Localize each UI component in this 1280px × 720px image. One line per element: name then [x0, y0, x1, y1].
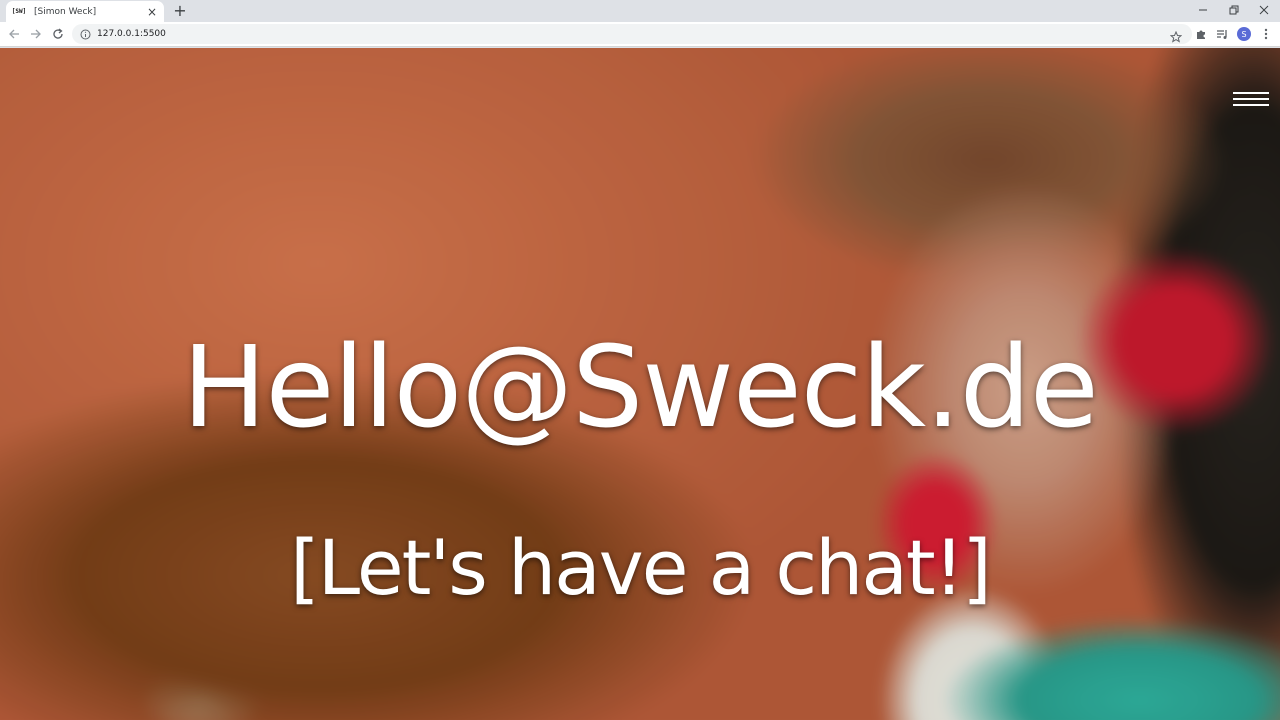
- forward-button[interactable]: [28, 26, 44, 42]
- puzzle-icon: [1197, 30, 1205, 39]
- restore-icon: [1229, 5, 1239, 15]
- kebab-menu-icon: [1264, 28, 1268, 40]
- forward-arrow-icon: [31, 29, 41, 39]
- back-arrow-icon: [9, 29, 19, 39]
- profile-button[interactable]: S: [1237, 27, 1251, 41]
- tab-strip: [SW] [Simon Weck] × +: [0, 0, 1280, 22]
- close-icon: [1259, 5, 1269, 15]
- new-tab-button[interactable]: +: [171, 2, 189, 20]
- reload-icon: [53, 28, 63, 39]
- address-bar[interactable]: 127.0.0.1:5500: [72, 24, 1192, 44]
- browser-toolbar: 127.0.0.1:5500 S: [0, 22, 1280, 47]
- avatar: S: [1237, 27, 1251, 41]
- media-queue-button[interactable]: [1215, 27, 1229, 41]
- info-icon[interactable]: [79, 28, 91, 40]
- browser-tab[interactable]: [SW] [Simon Weck] ×: [6, 1, 164, 22]
- page-viewport: Hello@Sweck.de [Let's have a chat!]: [0, 48, 1280, 720]
- minimize-icon: [1199, 9, 1207, 11]
- tab-title: [Simon Weck]: [34, 6, 97, 17]
- site-favicon: [SW]: [11, 8, 27, 15]
- back-button[interactable]: [6, 26, 22, 42]
- extensions-button[interactable]: [1194, 27, 1208, 41]
- window-restore-button[interactable]: [1219, 0, 1249, 20]
- email-headline[interactable]: Hello@Sweck.de: [0, 323, 1280, 453]
- window-close-button[interactable]: [1249, 0, 1279, 20]
- chat-cta-link[interactable]: [Let's have a chat!]: [0, 518, 1280, 618]
- tab-close-icon[interactable]: ×: [145, 5, 159, 19]
- url-text[interactable]: 127.0.0.1:5500: [97, 29, 166, 39]
- window-minimize-button[interactable]: [1188, 0, 1218, 20]
- star-icon[interactable]: [1169, 28, 1183, 43]
- reload-button[interactable]: [50, 26, 66, 42]
- hamburger-menu-icon[interactable]: [1233, 90, 1269, 108]
- media-queue-icon: [1217, 30, 1227, 39]
- browser-menu-button[interactable]: [1259, 27, 1273, 41]
